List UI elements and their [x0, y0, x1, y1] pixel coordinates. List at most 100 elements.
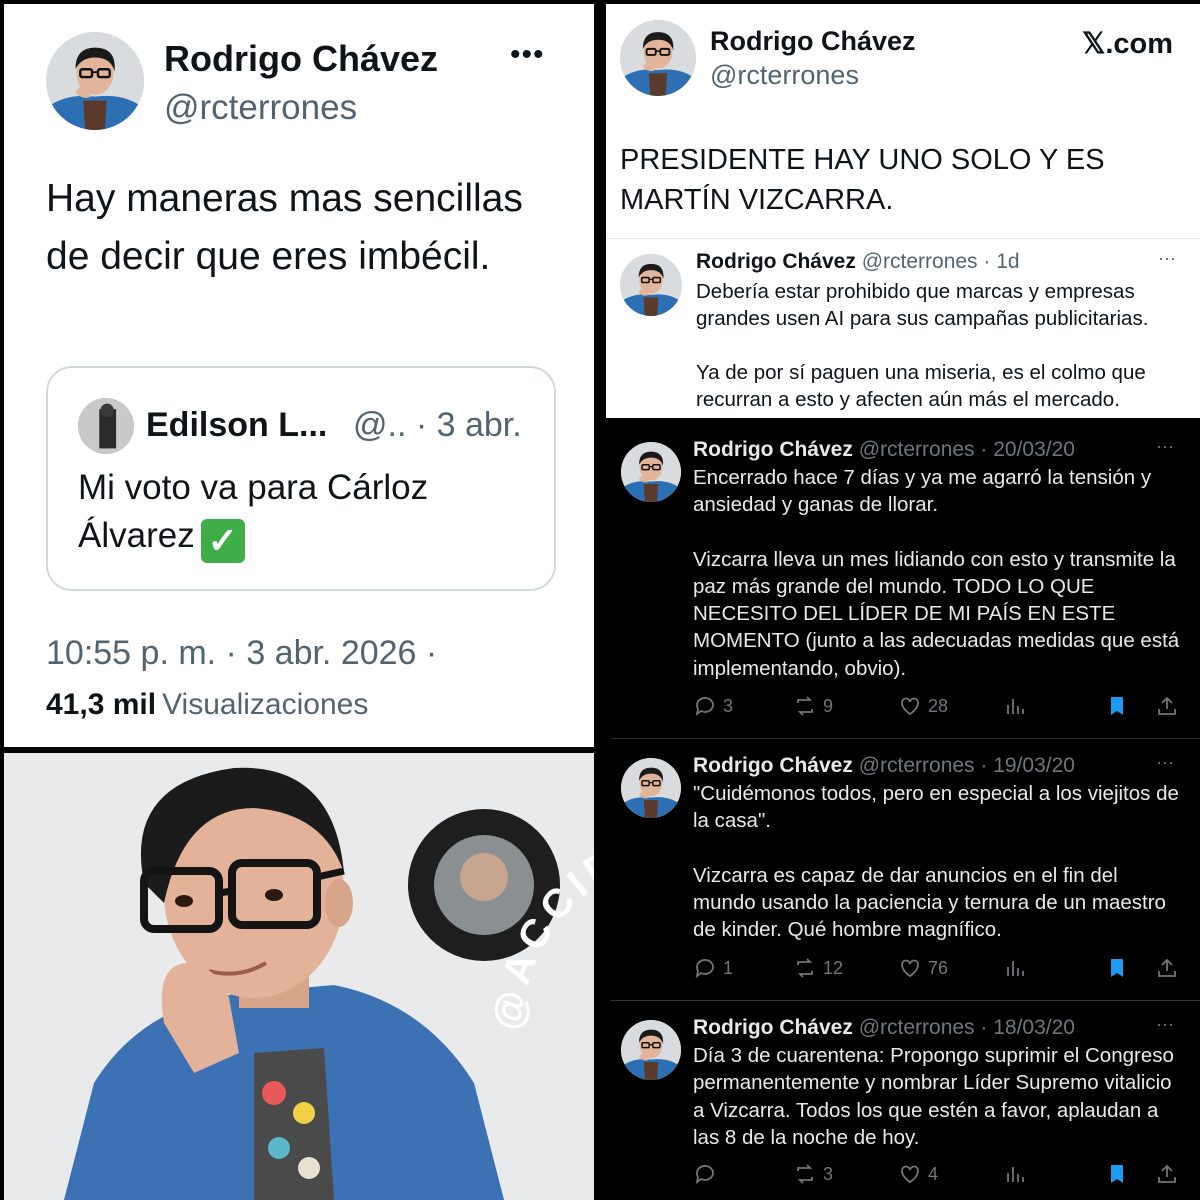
reply-button[interactable]: 1	[693, 954, 733, 982]
author-handle[interactable]: @rcterrones	[710, 60, 859, 91]
x-logo: 𝕏.com	[1082, 28, 1174, 60]
tweet-paragraph-1: "Cuidémonos todos, pero en especial a lo…	[693, 782, 1179, 833]
reply-avatar[interactable]	[620, 254, 682, 316]
tweet-meta: @rcterrones · 18/03/20	[858, 1016, 1075, 1039]
watermark-stamp: @ACCIDENTALFUJI	[484, 816, 594, 1033]
dark-tweet[interactable]: Rodrigo Chávez @rcterrones · 20/03/20 ··…	[611, 424, 1200, 736]
avatar[interactable]	[621, 758, 681, 818]
tweet-paragraph-2: Vizcarra lleva un mes lidiando con esto …	[693, 547, 1180, 680]
tweet-timestamp[interactable]: 10:55 p. m. · 3 abr. 2026 ·	[46, 634, 437, 673]
reply-count: 3	[723, 695, 734, 716]
tweet-text: "Cuidémonos todos, pero en especial a lo…	[693, 780, 1183, 943]
views-button[interactable]	[1003, 692, 1033, 720]
tweet-text: Día 3 de cuarentena: Propongo suprimir e…	[693, 1042, 1183, 1151]
like-count: 4	[928, 1163, 939, 1184]
tweet-header[interactable]: Rodrigo Chávez @rcterrones · 19/03/20	[693, 754, 1075, 778]
reply-count: 1	[723, 957, 734, 978]
like-button[interactable]: 28	[898, 692, 948, 720]
author-name[interactable]: Rodrigo Chávez	[693, 438, 853, 461]
retweet-button[interactable]: 3	[793, 1160, 833, 1188]
quoted-tweet[interactable]: Edilson L... @.. · 3 abr. Mi voto va par…	[46, 366, 556, 591]
tweet-text: Hay maneras mas sencillas de decir que e…	[46, 177, 523, 278]
retweet-count: 12	[823, 957, 844, 978]
reply-header[interactable]: Rodrigo Chávez @rcterrones · 1d	[696, 250, 1020, 274]
dark-tweets-panel: Rodrigo Chávez @rcterrones · 20/03/20 ··…	[611, 424, 1200, 1200]
like-icon	[901, 959, 919, 978]
share-button[interactable]	[1155, 692, 1185, 720]
like-count: 76	[928, 957, 949, 978]
like-button[interactable]: 4	[898, 1160, 938, 1188]
retweet-icon	[797, 1164, 813, 1184]
more-icon[interactable]: •••	[510, 38, 545, 72]
main-tweet-card[interactable]: Rodrigo Chávez @rcterrones ••• Hay maner…	[4, 4, 594, 747]
bookmark-button[interactable]	[1105, 692, 1135, 720]
avatar[interactable]	[621, 442, 681, 502]
divider	[606, 238, 1200, 239]
author-handle[interactable]: @rcterrones	[164, 88, 357, 128]
tweet-paragraph-1: Día 3 de cuarentena: Propongo suprimir e…	[693, 1044, 1174, 1149]
like-icon	[901, 1165, 919, 1184]
tweet-text: PRESIDENTE HAY UNO SOLO Y ES MARTÍN VIZC…	[620, 144, 1105, 216]
avatar[interactable]	[620, 20, 696, 96]
like-icon	[901, 697, 919, 716]
more-icon[interactable]: ···	[1156, 752, 1174, 773]
check-mark-emoji-icon: ✓	[200, 519, 245, 563]
reply-button[interactable]: 3	[693, 692, 733, 720]
quoted-text: Mi voto va para Cárloz Álvarez ✓	[78, 464, 528, 563]
tweet-text: Encerrado hace 7 días y ya me agarró la …	[693, 464, 1183, 682]
reply-icon	[695, 697, 714, 717]
avatar[interactable]	[621, 1020, 681, 1080]
tweet-paragraph-2: Vizcarra es capaz de dar anuncios en el …	[693, 863, 1166, 942]
views-number: 41,3 mil	[46, 688, 157, 721]
retweet-button[interactable]: 9	[793, 692, 833, 720]
share-icon	[1158, 958, 1176, 977]
tweet-header[interactable]: Rodrigo Chávez @rcterrones · 18/03/20	[693, 1016, 1075, 1040]
share-button[interactable]	[1155, 954, 1185, 982]
bookmark-icon	[1111, 1165, 1123, 1183]
divider	[611, 738, 1200, 739]
retweet-icon	[797, 696, 813, 716]
retweet-button[interactable]: 12	[793, 954, 843, 982]
tweet-paragraph-1: Encerrado hace 7 días y ya me agarró la …	[693, 466, 1152, 517]
quoted-avatar[interactable]	[78, 398, 134, 454]
portrait-photo: @ACCIDENTALFUJI	[4, 753, 594, 1200]
dark-tweet[interactable]: Rodrigo Chávez @rcterrones · 19/03/20 ··…	[611, 740, 1200, 1000]
share-icon	[1158, 1164, 1176, 1183]
bookmark-button[interactable]	[1105, 954, 1135, 982]
x-post-card[interactable]: Rodrigo Chávez @rcterrones 𝕏.com PRESIDE…	[606, 4, 1200, 418]
tweet-header[interactable]: Rodrigo Chávez @rcterrones · 20/03/20	[693, 438, 1075, 462]
quoted-author-name[interactable]: Edilson L...	[146, 406, 327, 445]
tweet-actions: 1 12 76	[693, 954, 1188, 982]
watermark-text: @ACCIDENTALFUJI	[484, 816, 594, 1033]
bookmark-button[interactable]	[1105, 1160, 1135, 1188]
views-button[interactable]	[1003, 1160, 1033, 1188]
tweet-actions: 3 9 28	[693, 692, 1188, 720]
reply-icon	[695, 1165, 714, 1185]
retweet-icon	[797, 958, 813, 978]
reply-button[interactable]	[693, 1160, 723, 1188]
bookmark-icon	[1111, 959, 1123, 977]
share-icon	[1158, 696, 1176, 715]
divider	[611, 1000, 1200, 1001]
views-icon	[1007, 1167, 1024, 1182]
bookmark-icon	[1111, 697, 1123, 715]
more-icon[interactable]: ···	[1156, 1014, 1174, 1035]
share-button[interactable]	[1155, 1160, 1185, 1188]
tweet-actions: 3 4	[693, 1160, 1188, 1188]
author-name[interactable]: Rodrigo Chávez	[164, 38, 438, 80]
author-name[interactable]: Rodrigo Chávez	[710, 26, 916, 57]
views-label: Visualizaciones	[162, 688, 369, 721]
avatar[interactable]	[46, 32, 144, 130]
quoted-meta: @.. · 3 abr.	[353, 406, 522, 444]
reply-paragraph-1: Debería estar prohibido que marcas y emp…	[696, 280, 1149, 330]
author-name[interactable]: Rodrigo Chávez	[693, 754, 853, 777]
reply-meta: @rcterrones · 1d	[861, 250, 1020, 273]
more-icon[interactable]: ···	[1158, 248, 1176, 269]
like-button[interactable]: 76	[898, 954, 948, 982]
dark-tweet[interactable]: Rodrigo Chávez @rcterrones · 18/03/20 ··…	[611, 1002, 1200, 1200]
views-button[interactable]	[1003, 954, 1033, 982]
svg-text:@ACCIDENTALFUJI: @ACCIDENTALFUJI	[484, 816, 594, 1033]
more-icon[interactable]: ···	[1156, 436, 1174, 457]
author-name[interactable]: Rodrigo Chávez	[693, 1016, 853, 1039]
reply-author-name[interactable]: Rodrigo Chávez	[696, 250, 856, 273]
